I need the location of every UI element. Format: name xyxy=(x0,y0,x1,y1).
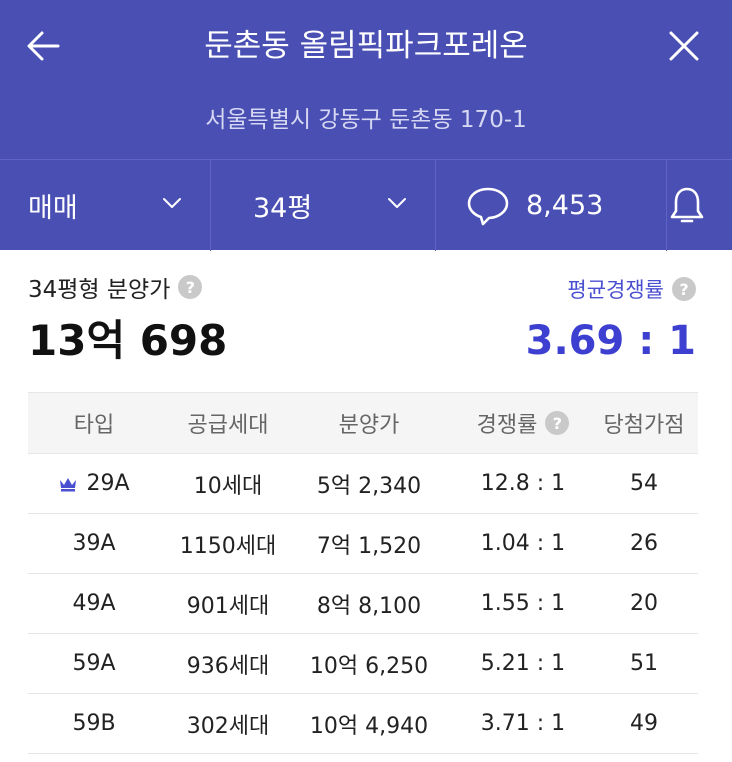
price-label-row: 34평형 분양가 ? xyxy=(28,270,203,304)
type-label: 29A xyxy=(86,471,130,496)
competition-label-row: 평균경쟁률 ? xyxy=(567,274,696,304)
cell-type: 59B xyxy=(72,711,116,736)
header-type: 타입 xyxy=(73,413,115,438)
cell-score: 20 xyxy=(630,591,658,616)
help-icon[interactable]: ? xyxy=(672,277,696,301)
cell-price: 10억 4,940 xyxy=(309,713,429,739)
cell-price: 5억 2,340 xyxy=(316,473,422,499)
cell-price: 7억 1,520 xyxy=(316,533,422,559)
competition-value: 3.69 : 1 xyxy=(525,318,696,364)
cell-rate: 5.21 : 1 xyxy=(480,651,566,676)
cell-type: 29A xyxy=(44,454,144,513)
area-dropdown[interactable]: 34평 xyxy=(211,160,435,251)
cell-rate: 12.8 : 1 xyxy=(480,471,566,496)
cell-score: 51 xyxy=(630,651,658,676)
cell-units: 302세대 xyxy=(186,713,270,739)
table-row[interactable]: 49A 901세대 8억 8,100 1.55 : 1 20 xyxy=(28,574,698,634)
cell-type: 49A xyxy=(72,591,116,616)
speech-bubble-icon xyxy=(467,187,509,226)
header-rate-label: 경쟁률 xyxy=(476,413,538,438)
cell-units: 936세대 xyxy=(186,653,270,679)
trade-type-dropdown[interactable]: 매매 xyxy=(0,160,210,251)
supply-table: 타입 공급세대 분양가 경쟁률 ? 당첨가점 29A 10세대 5억 2,340… xyxy=(28,392,698,754)
cell-score: 49 xyxy=(630,711,658,736)
price-value: 13억 698 xyxy=(28,316,228,365)
cell-rate: 1.04 : 1 xyxy=(480,531,566,556)
cell-type: 39A xyxy=(72,531,116,556)
header-price: 분양가 xyxy=(338,413,400,438)
cell-units: 901세대 xyxy=(186,593,270,619)
close-button[interactable] xyxy=(664,26,704,66)
cell-score: 54 xyxy=(630,471,658,496)
trade-type-label: 매매 xyxy=(28,193,78,224)
header-rate: 경쟁률 ? xyxy=(448,393,598,453)
area-label: 34평 xyxy=(253,193,313,224)
close-icon xyxy=(669,31,699,61)
page-title: 둔촌동 올림픽파크포레온 xyxy=(204,28,528,64)
chevron-down-icon xyxy=(163,198,181,208)
cell-type: 59A xyxy=(72,651,116,676)
cell-price: 10억 6,250 xyxy=(309,653,429,679)
filter-bar: 매매 34평 8,453 xyxy=(0,159,732,251)
cell-units: 1150세대 xyxy=(179,533,277,559)
cell-rate: 3.71 : 1 xyxy=(480,711,566,736)
chevron-down-icon xyxy=(388,198,406,208)
bell-icon xyxy=(670,187,704,223)
comment-count: 8,453 xyxy=(526,190,604,221)
cell-units: 10세대 xyxy=(193,473,263,499)
crown-icon xyxy=(60,477,77,491)
table-row[interactable]: 59A 936세대 10억 6,250 5.21 : 1 51 xyxy=(28,634,698,694)
competition-label: 평균경쟁률 xyxy=(567,278,664,302)
help-icon[interactable]: ? xyxy=(545,411,570,435)
app-header: 둔촌동 올림픽파크포레온 서울특별시 강동구 둔촌동 170-1 xyxy=(0,0,732,160)
cell-price: 8억 8,100 xyxy=(316,593,422,619)
price-label: 34평형 분양가 xyxy=(28,277,171,303)
alarm-button[interactable] xyxy=(667,160,732,251)
table-row[interactable]: 39A 1150세대 7억 1,520 1.04 : 1 26 xyxy=(28,514,698,574)
header-score: 당첨가점 xyxy=(603,413,685,438)
comments-button[interactable]: 8,453 xyxy=(436,160,666,251)
header-units: 공급세대 xyxy=(187,413,269,438)
table-row[interactable]: 29A 10세대 5억 2,340 12.8 : 1 54 xyxy=(28,454,698,514)
address-text: 서울특별시 강동구 둔촌동 170-1 xyxy=(205,107,527,133)
cell-score: 26 xyxy=(630,531,658,556)
table-row[interactable]: 59B 302세대 10억 4,940 3.71 : 1 49 xyxy=(28,694,698,754)
cell-rate: 1.55 : 1 xyxy=(480,591,566,616)
help-icon[interactable]: ? xyxy=(178,275,203,299)
table-header: 타입 공급세대 분양가 경쟁률 ? 당첨가점 xyxy=(28,392,698,454)
